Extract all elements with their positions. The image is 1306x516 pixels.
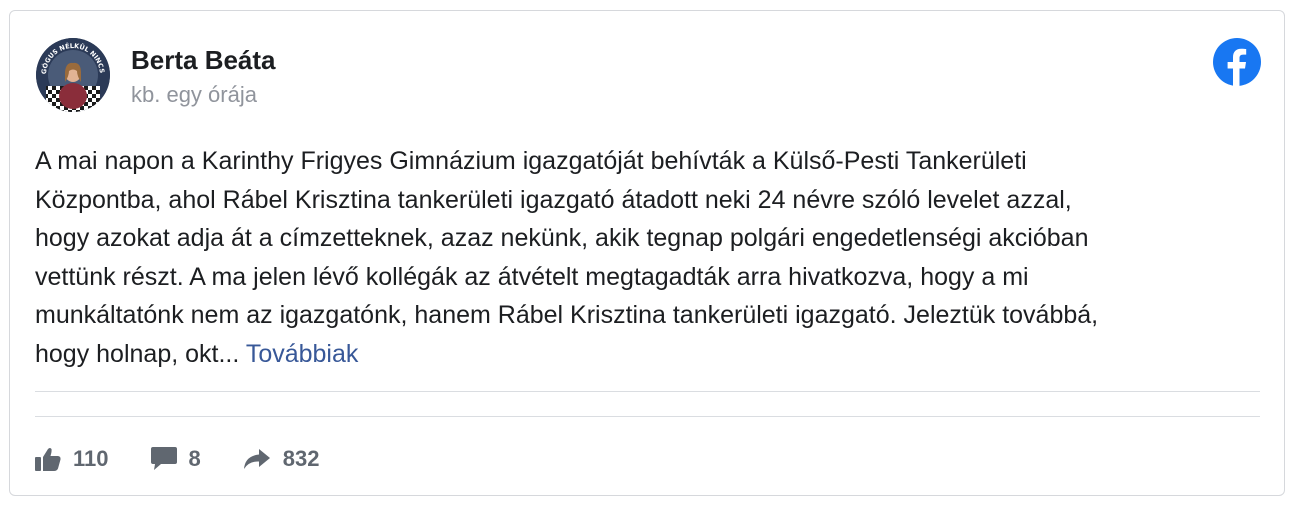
post-body: A mai napon a Karinthy Frigyes Gimnázium… — [35, 142, 1265, 373]
thumbs-up-icon — [35, 448, 61, 471]
author-name[interactable]: Berta Beáta — [131, 44, 276, 76]
divider — [35, 416, 1260, 417]
comment-button[interactable]: 8 — [150, 446, 201, 472]
comment-count: 8 — [188, 446, 201, 471]
author-avatar[interactable]: PEDAGÓGUS NÉLKÜL NINCS JÖVŐ — [36, 38, 110, 112]
share-arrow-icon — [243, 449, 270, 469]
post-body-text: A mai napon a Karinthy Frigyes Gimnázium… — [35, 147, 1099, 368]
post-timestamp[interactable]: kb. egy órája — [131, 81, 257, 109]
facebook-icon[interactable] — [1213, 38, 1261, 86]
post-actions: 110 8 832 — [35, 439, 361, 479]
avatar-image: PEDAGÓGUS NÉLKÜL NINCS JÖVŐ — [36, 38, 110, 112]
divider — [35, 391, 1260, 392]
see-more-link[interactable]: Továbbiak — [246, 340, 359, 368]
like-count: 110 — [73, 446, 109, 471]
like-button[interactable]: 110 — [35, 446, 109, 472]
comment-icon — [150, 447, 177, 470]
share-count: 832 — [282, 446, 320, 471]
post-card: PEDAGÓGUS NÉLKÜL NINCS JÖVŐ Berta Beáta … — [9, 10, 1285, 496]
share-button[interactable]: 832 — [243, 446, 320, 472]
